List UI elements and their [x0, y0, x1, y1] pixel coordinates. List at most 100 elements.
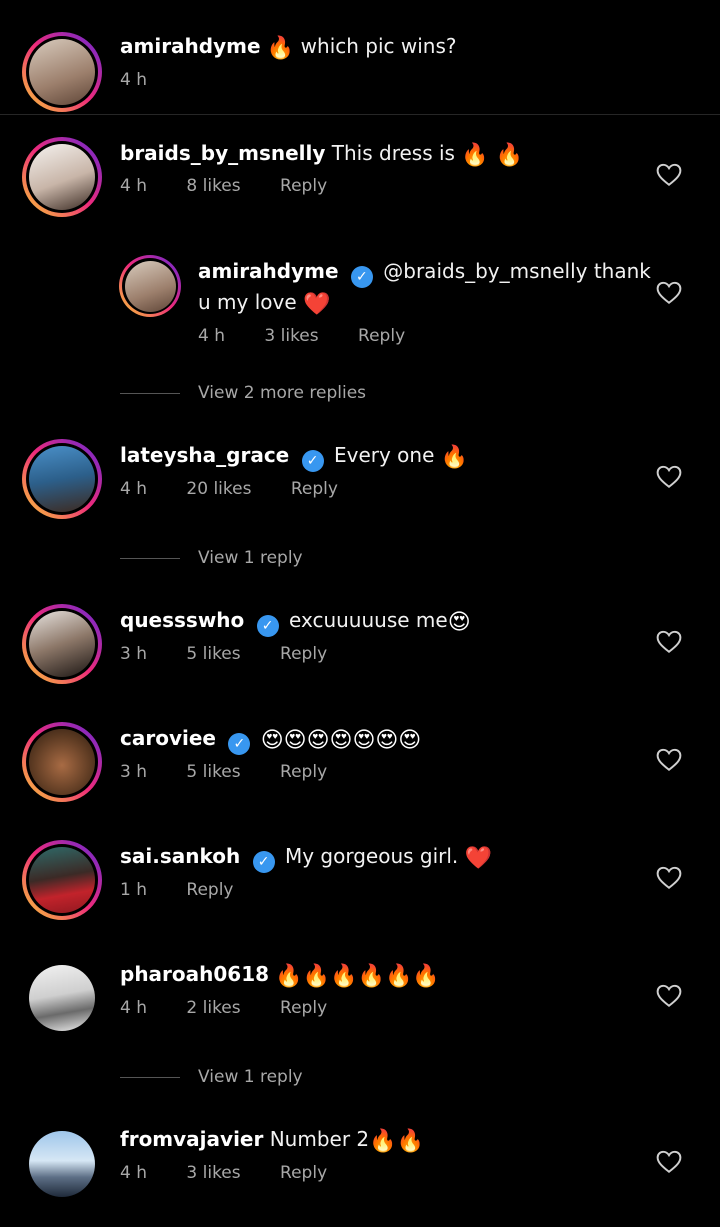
reply-line: amirahdyme ✓ @braids_by_msnelly thank: [198, 257, 651, 288]
username[interactable]: braids_by_msnelly: [120, 141, 325, 165]
timestamp: 4 h: [120, 998, 147, 1018]
likes-count[interactable]: 3 likes: [186, 1163, 240, 1183]
comment-meta: 4 h 8 likes Reply: [120, 174, 361, 198]
comment-line: braids_by_msnelly This dress is 🔥 🔥: [120, 139, 523, 170]
avatar[interactable]: [22, 604, 102, 684]
caption-line: amirahdyme 🔥 which pic wins?: [120, 32, 457, 63]
comment-line: quessswho ✓ excuuuuuse me😍: [120, 606, 471, 637]
verified-badge-icon: ✓: [228, 733, 251, 755]
heart-outline-icon[interactable]: [656, 465, 682, 489]
reply-button[interactable]: Reply: [186, 880, 233, 900]
avatar[interactable]: [22, 439, 102, 519]
avatar[interactable]: [119, 255, 181, 317]
username[interactable]: caroviee: [120, 726, 216, 750]
likes-count[interactable]: 3 likes: [264, 326, 318, 346]
avatar[interactable]: [22, 137, 102, 217]
timestamp: 4 h: [120, 479, 147, 499]
timestamp: 3 h: [120, 762, 147, 782]
comment-text: My gorgeous girl.: [284, 844, 459, 868]
caption-meta: 4 h: [120, 68, 181, 92]
fire-emoji: 🔥: [440, 445, 469, 470]
comment-meta: 4 h 3 likes Reply: [198, 324, 439, 348]
username[interactable]: amirahdyme: [120, 34, 261, 58]
timestamp: 1 h: [120, 880, 147, 900]
comment-text: Number 2: [269, 1127, 370, 1151]
fire-emoji: 🔥: [266, 36, 295, 61]
comment-meta: 1 h Reply: [120, 878, 268, 902]
verified-badge-icon: ✓: [252, 851, 275, 873]
heart-outline-icon[interactable]: [656, 630, 682, 654]
fire-emoji: 🔥🔥: [369, 1129, 424, 1154]
reply-button[interactable]: Reply: [280, 176, 327, 196]
username[interactable]: pharoah0618: [120, 962, 269, 986]
divider: [120, 392, 180, 394]
comment-line: fromvajavier Number 2🔥🔥: [120, 1125, 424, 1156]
likes-count[interactable]: 2 likes: [186, 998, 240, 1018]
timestamp: 3 h: [120, 644, 147, 664]
comment-text: This dress is: [331, 141, 455, 165]
username[interactable]: amirahdyme: [198, 259, 339, 283]
reply-button[interactable]: Reply: [291, 479, 338, 499]
heart-eyes-emoji: 😍: [447, 610, 471, 635]
heart-emoji: ❤️: [303, 292, 331, 317]
view-replies-link[interactable]: View 2 more replies: [120, 383, 366, 403]
mention-text[interactable]: @braids_by_msnelly thank: [383, 259, 651, 283]
reply-line-2: u my love ❤️: [198, 288, 330, 319]
likes-count[interactable]: 8 likes: [186, 176, 240, 196]
verified-badge-icon: ✓: [256, 615, 279, 637]
avatar[interactable]: [22, 32, 102, 112]
comment-line: caroviee ✓ 😍😍😍😍😍😍😍: [120, 724, 421, 755]
timestamp: 4 h: [120, 176, 147, 196]
timestamp: 4 h: [120, 70, 147, 90]
comment-text: Every one: [333, 443, 435, 467]
fire-emoji: 🔥🔥🔥🔥🔥🔥: [275, 964, 440, 989]
reply-button[interactable]: Reply: [280, 644, 327, 664]
avatar[interactable]: [28, 1130, 96, 1198]
heart-outline-icon[interactable]: [656, 163, 682, 187]
username[interactable]: sai.sankoh: [120, 844, 240, 868]
likes-count[interactable]: 5 likes: [186, 644, 240, 664]
caption-text: which pic wins?: [300, 34, 457, 58]
username[interactable]: lateysha_grace: [120, 443, 289, 467]
likes-count[interactable]: 5 likes: [186, 762, 240, 782]
reply-button[interactable]: Reply: [358, 326, 405, 346]
view-replies-link[interactable]: View 1 reply: [120, 548, 303, 568]
username[interactable]: quessswho: [120, 608, 244, 632]
comment-line: lateysha_grace ✓ Every one 🔥: [120, 441, 468, 472]
divider: [0, 114, 720, 115]
reply-button[interactable]: Reply: [280, 998, 327, 1018]
heart-eyes-emoji: 😍😍😍😍😍😍😍: [260, 728, 422, 753]
comment-text: excuuuuuse me: [289, 608, 448, 632]
heart-outline-icon[interactable]: [656, 866, 682, 890]
comment-meta: 4 h 3 likes Reply: [120, 1161, 361, 1185]
heart-outline-icon[interactable]: [656, 748, 682, 772]
comment-text: u my love: [198, 290, 297, 314]
timestamp: 4 h: [120, 1163, 147, 1183]
reply-button[interactable]: Reply: [280, 762, 327, 782]
heart-outline-icon[interactable]: [656, 1150, 682, 1174]
view-replies-link[interactable]: View 1 reply: [120, 1067, 303, 1087]
comment-meta: 3 h 5 likes Reply: [120, 642, 361, 666]
avatar[interactable]: [22, 840, 102, 920]
comment-line: pharoah0618 🔥🔥🔥🔥🔥🔥: [120, 960, 440, 991]
verified-badge-icon: ✓: [350, 266, 373, 288]
username[interactable]: fromvajavier: [120, 1127, 263, 1151]
comment-meta: 4 h 20 likes Reply: [120, 477, 372, 501]
comment-meta: 3 h 5 likes Reply: [120, 760, 361, 784]
heart-emoji: ❤️: [464, 846, 493, 871]
heart-outline-icon[interactable]: [656, 984, 682, 1008]
view-replies-label[interactable]: View 2 more replies: [198, 383, 366, 403]
divider: [120, 557, 180, 559]
comment-meta: 4 h 2 likes Reply: [120, 996, 361, 1020]
timestamp: 4 h: [198, 326, 225, 346]
heart-outline-icon[interactable]: [656, 281, 682, 305]
view-replies-label[interactable]: View 1 reply: [198, 1067, 303, 1087]
reply-button[interactable]: Reply: [280, 1163, 327, 1183]
avatar[interactable]: [22, 722, 102, 802]
fire-emoji: 🔥 🔥: [461, 143, 524, 168]
likes-count[interactable]: 20 likes: [186, 479, 251, 499]
view-replies-label[interactable]: View 1 reply: [198, 548, 303, 568]
avatar[interactable]: [28, 964, 96, 1032]
comment-line: sai.sankoh ✓ My gorgeous girl. ❤️: [120, 842, 492, 873]
divider: [120, 1076, 180, 1078]
